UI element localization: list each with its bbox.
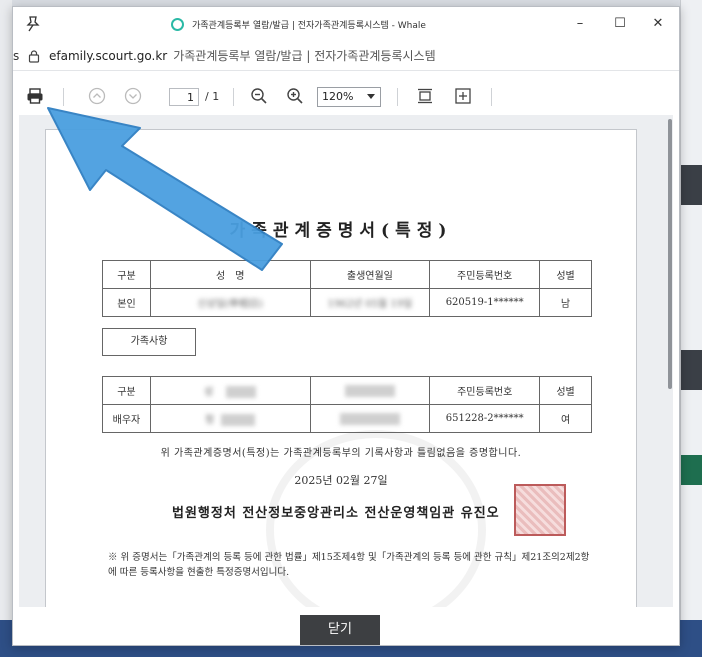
table-cell-birth: 1962년 05월 19일 [309, 288, 431, 317]
table-cell: 남 [539, 288, 592, 317]
page-total: / 1 [205, 90, 220, 103]
zoom-out-icon[interactable] [249, 86, 269, 106]
title-bar: 가족관계등록부 열람/발급 | 전자가족관계등록시스템 - Whale – ☐ … [13, 7, 679, 41]
previous-page-icon[interactable] [87, 86, 107, 106]
table-header-cell: 주민등록번호 [429, 260, 541, 289]
browser-popup-window: 가족관계등록부 열람/발급 | 전자가족관계등록시스템 - Whale – ☐ … [12, 6, 680, 646]
minimize-button[interactable]: – [561, 11, 599, 37]
table-cell: 본인 [102, 288, 151, 317]
redaction-block [226, 386, 257, 399]
table-header-cell: 성별 [539, 260, 592, 289]
toolbar-separator [63, 88, 64, 106]
table-header-row: 구분 성 명 출생연월일 주민등록번호 성별 [102, 260, 592, 289]
table-cell: 배우자 [102, 404, 151, 433]
whale-tab-icon [171, 17, 184, 31]
close-dialog-button[interactable]: 닫기 [300, 615, 380, 645]
table-header-cell: 출생연월일 [309, 260, 431, 289]
confirmation-text: 위 가족관계증명서(특정)는 가족관계등록부의 기록사항과 틀림없음을 증명합니… [160, 448, 522, 459]
issuer-name: 법원행정처 전산정보중앙관리소 전산운영책임관 유진오 [172, 506, 500, 521]
address-cut-text: s [13, 48, 20, 63]
self-info-table: 구분 성 명 출생연월일 주민등록번호 성별 본인 신상일(申相日) 1962년… [102, 260, 592, 317]
print-icon[interactable] [25, 86, 45, 106]
toolbar-separator [491, 88, 492, 106]
background-left-edge [0, 0, 12, 657]
pdf-viewer[interactable]: 가족관계증명서(특정) 구분 성 명 출생연월일 주민등록번호 성별 본인 신상… [19, 115, 673, 607]
redaction-block [339, 412, 400, 425]
blurred-header: 성 [204, 386, 214, 398]
background-block [681, 455, 702, 485]
certificate-title: 가족관계증명서(특정) [229, 221, 453, 241]
certificate-footnote: ※ 위 증명서는「가족관계의 등록 등에 관한 법률」제15조제4항 및「가족관… [108, 552, 590, 578]
url-host: efamily.scourt.go.kr [49, 48, 168, 63]
toolbar-separator [233, 88, 234, 106]
family-section-label: 가족사항 [102, 328, 196, 356]
pin-icon[interactable] [23, 14, 43, 34]
background-block [681, 350, 702, 390]
table-cell-resident-number: 620519-1****** [429, 288, 541, 317]
fit-width-icon[interactable] [453, 86, 473, 106]
window-title-text: 가족관계등록부 열람/발급 | 전자가족관계등록시스템 - Whale [192, 20, 426, 31]
pdf-toolbar: / 1 120% [13, 79, 679, 113]
table-header-cell: 구분 [102, 260, 151, 289]
table-cell-resident-number: 651228-2****** [429, 404, 541, 433]
chevron-down-icon [367, 94, 375, 99]
table-cell: 여 [539, 404, 592, 433]
table-cell-name: 신상일(申相日) [149, 288, 311, 317]
table-header-cell: 성 명 [149, 260, 311, 289]
vertical-scrollbar[interactable] [667, 115, 673, 607]
toolbar-separator [397, 88, 398, 106]
table-cell-name: 정 [149, 404, 311, 433]
redaction-block [221, 414, 256, 427]
lock-icon [28, 49, 40, 63]
table-header-row: 구분 성 주민등록번호 성별 [102, 376, 592, 405]
zoom-value: 120% [322, 90, 354, 103]
table-header-cell: 성 [149, 376, 311, 405]
table-cell-birth [309, 404, 431, 433]
table-header-cell: 성별 [539, 376, 592, 405]
fit-page-icon[interactable] [415, 86, 435, 106]
bottom-bar: 닫기 [13, 607, 679, 645]
zoom-select[interactable]: 120% [317, 87, 381, 107]
redaction-block [344, 384, 395, 397]
zoom-in-icon[interactable] [285, 86, 305, 106]
pdf-page: 가족관계증명서(특정) 구분 성 명 출생연월일 주민등록번호 성별 본인 신상… [45, 129, 637, 607]
table-row: 배우자 정 651228-2****** 여 [102, 404, 592, 433]
background-block [681, 165, 702, 205]
scrollbar-thumb[interactable] [668, 119, 672, 389]
url-page-title: 가족관계등록부 열람/발급 | 전자가족관계등록시스템 [173, 49, 436, 63]
table-header-cell [309, 376, 431, 405]
page-number-input[interactable] [169, 88, 199, 106]
maximize-button[interactable]: ☐ [601, 11, 639, 37]
official-seal-stamp [514, 484, 566, 536]
close-window-button[interactable]: ✕ [639, 11, 677, 37]
table-header-cell: 구분 [102, 376, 151, 405]
background-app-right [680, 0, 702, 657]
address-bar[interactable]: s efamily.scourt.go.kr 가족관계등록부 열람/발급 | 전… [13, 41, 679, 71]
family-info-table: 구분 성 주민등록번호 성별 배우자 정 651228-2****** 여 [102, 376, 592, 433]
window-title: 가족관계등록부 열람/발급 | 전자가족관계등록시스템 - Whale [171, 16, 426, 32]
next-page-icon[interactable] [123, 86, 143, 106]
blurred-name: 정 [205, 414, 215, 426]
table-header-cell: 주민등록번호 [429, 376, 541, 405]
table-row: 본인 신상일(申相日) 1962년 05월 19일 620519-1******… [102, 288, 592, 317]
